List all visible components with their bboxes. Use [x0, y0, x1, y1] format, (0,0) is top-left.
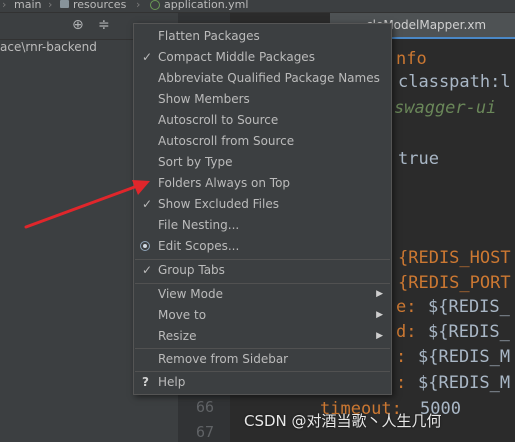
- watermark: CSDN @对酒当歌丶人生几何: [244, 412, 442, 430]
- annotation-arrow: [24, 180, 150, 229]
- annotation-arrow-shaft: [24, 183, 142, 229]
